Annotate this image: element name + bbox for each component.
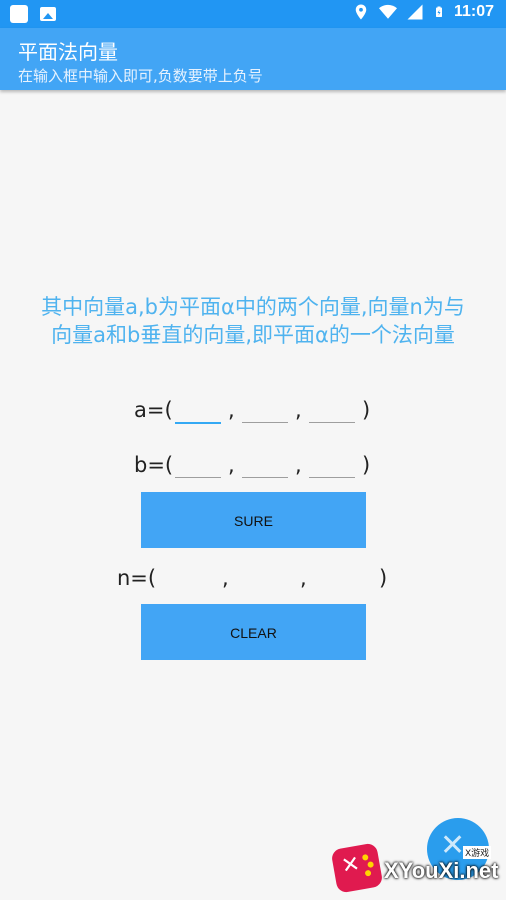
location-icon bbox=[355, 4, 367, 20]
separator: , bbox=[228, 453, 235, 477]
separator: , bbox=[295, 398, 302, 422]
description-line-1: 其中向量a,b为平面α中的两个向量,向量n为与 bbox=[41, 295, 465, 319]
separator: , bbox=[300, 566, 307, 590]
app-subtitle: 在输入框中输入即可,负数要带上负号 bbox=[18, 67, 263, 85]
vector-b-row: b=( , , ) bbox=[0, 451, 506, 483]
description-line-2: 向量a和b垂直的向量,即平面α的一个法向量 bbox=[51, 323, 455, 347]
vector-b-x-input[interactable] bbox=[175, 453, 221, 478]
clear-button[interactable]: CLEAR bbox=[141, 604, 366, 660]
app-square-icon bbox=[10, 5, 28, 23]
clock-time: 11:07 bbox=[453, 3, 494, 20]
vector-a-row: a=( , , ) bbox=[0, 396, 506, 428]
vector-a-y-input[interactable] bbox=[242, 398, 288, 423]
sure-button[interactable]: SURE bbox=[141, 492, 366, 548]
vector-n-close: ) bbox=[379, 566, 388, 590]
separator: , bbox=[222, 566, 229, 590]
vector-a-z-input[interactable] bbox=[309, 398, 355, 423]
signal-icon bbox=[407, 4, 423, 20]
app-bar: 平面法向量 在输入框中输入即可,负数要带上负号 bbox=[0, 28, 506, 90]
status-bar: 11:07 bbox=[0, 0, 506, 28]
separator: , bbox=[295, 453, 302, 477]
image-icon bbox=[40, 7, 56, 21]
watermark-text: XYouXi.net bbox=[384, 858, 499, 883]
vector-b-y-input[interactable] bbox=[242, 453, 288, 478]
app-title: 平面法向量 bbox=[18, 40, 118, 64]
vector-a-close: ) bbox=[362, 398, 371, 422]
vector-a-label: a=( bbox=[134, 398, 173, 422]
description-text: 其中向量a,b为平面α中的两个向量,向量n为与 向量a和b垂直的向量,即平面α的… bbox=[0, 293, 506, 349]
vector-b-z-input[interactable] bbox=[309, 453, 355, 478]
wifi-icon bbox=[378, 4, 397, 19]
vector-b-close: ) bbox=[362, 453, 371, 477]
vector-n-label: n=( bbox=[117, 566, 157, 590]
vector-n-row: n=( , , ) bbox=[0, 564, 506, 596]
vector-b-label: b=( bbox=[134, 453, 174, 477]
xyouxi-logo-icon: ✕ bbox=[330, 842, 384, 894]
vector-a-x-input[interactable] bbox=[175, 398, 221, 424]
battery-icon bbox=[435, 6, 442, 17]
separator: , bbox=[228, 398, 235, 422]
